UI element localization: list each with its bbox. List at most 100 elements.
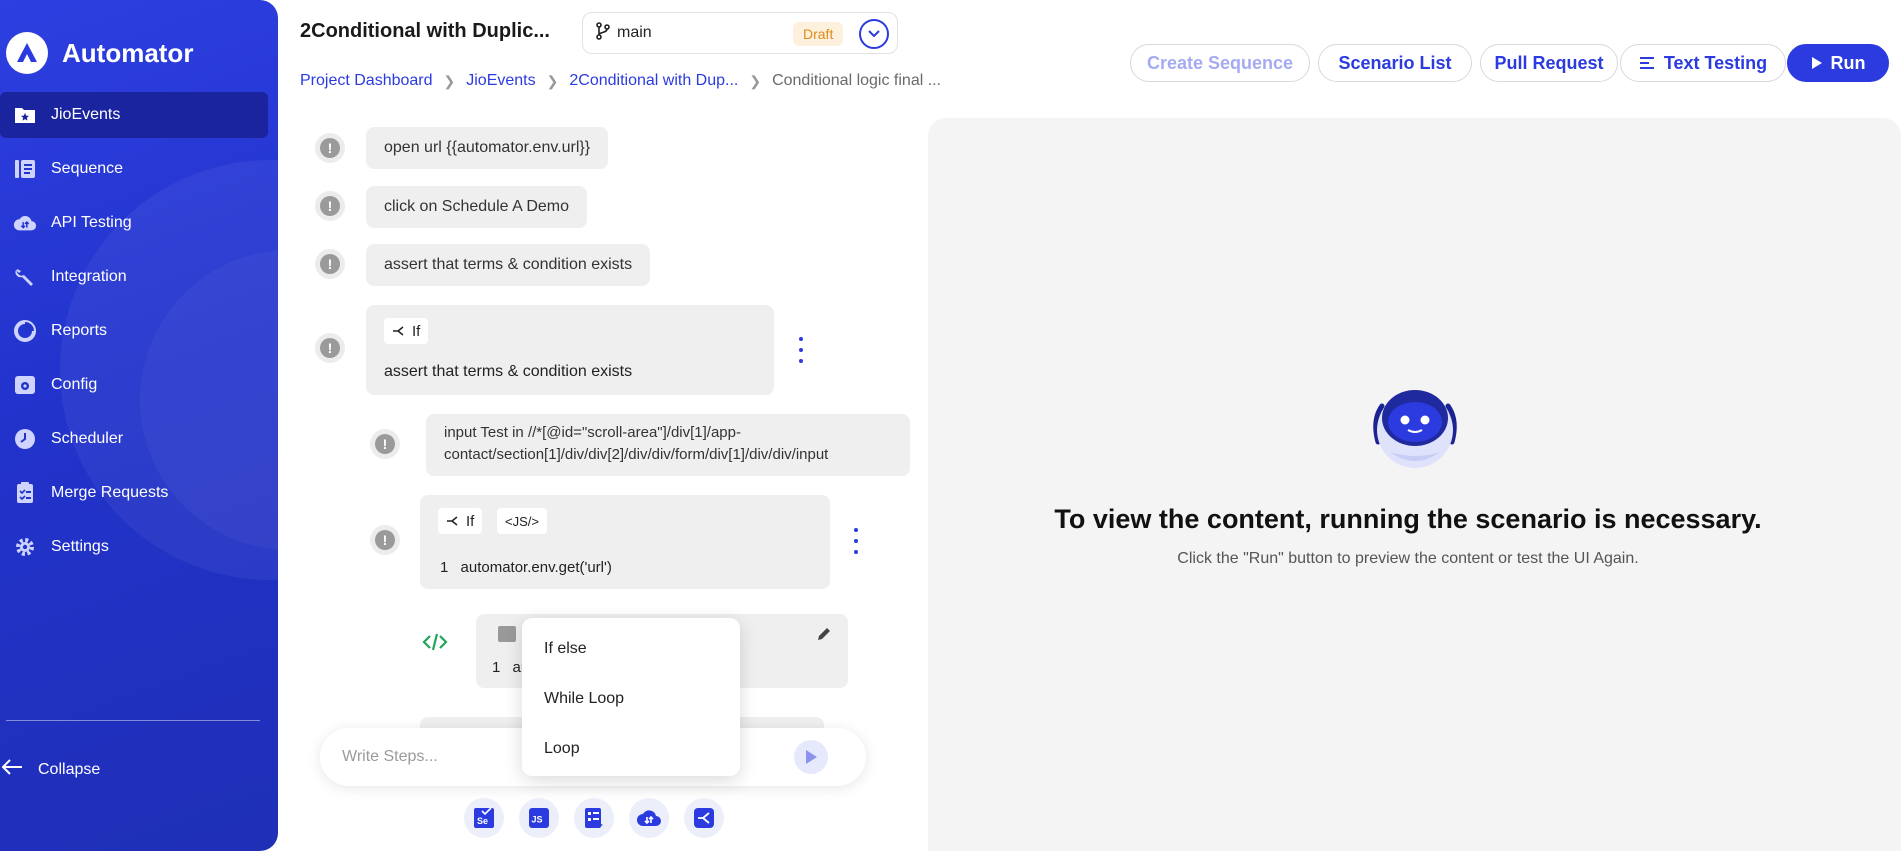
status-badge: Draft xyxy=(793,22,844,46)
page-title: 2Conditional with Duplic... xyxy=(300,20,550,42)
collapse-label: Collapse xyxy=(38,760,101,778)
automator-logo-icon xyxy=(6,32,48,74)
branch-dropdown-button[interactable] xyxy=(859,19,889,49)
sidebar-item-merge-requests[interactable]: Merge Requests xyxy=(0,470,268,516)
sidebar-item-api-testing[interactable]: API Testing xyxy=(0,200,268,246)
text-testing-label: Text Testing xyxy=(1663,52,1768,73)
sidebar-item-label: Settings xyxy=(51,538,109,555)
selenium-tool-button[interactable]: Se xyxy=(464,798,504,838)
warning-icon: ! xyxy=(315,191,345,221)
sequence-icon xyxy=(585,808,603,828)
breadcrumb-item[interactable]: Project Dashboard xyxy=(300,72,433,90)
menu-item-loop[interactable]: Loop xyxy=(544,740,580,758)
chevron-down-icon xyxy=(868,30,880,38)
sidebar-item-label: Reports xyxy=(51,322,108,339)
clock-icon xyxy=(13,427,37,451)
kebab-menu-icon[interactable] xyxy=(849,528,863,554)
menu-item-while-loop[interactable]: While Loop xyxy=(544,690,624,708)
play-icon xyxy=(1811,57,1822,69)
api-tool-button[interactable] xyxy=(629,798,669,838)
javascript-tool-button[interactable]: JS xyxy=(519,798,559,838)
if-condition-text: assert that terms & condition exists xyxy=(384,363,633,380)
branch-icon xyxy=(447,516,458,526)
gear-icon xyxy=(13,535,37,559)
sidebar-item-label: API Testing xyxy=(51,214,132,231)
if-chip-label: If xyxy=(412,322,421,340)
branch-icon xyxy=(694,808,714,828)
config-icon xyxy=(13,373,37,397)
step-toolbar: Se JS xyxy=(464,798,724,838)
sidebar-item-label: Sequence xyxy=(51,160,124,177)
if-step-block[interactable]: If assert that terms & condition exists xyxy=(366,305,774,395)
svg-text:Se: Se xyxy=(477,816,488,826)
warning-icon: ! xyxy=(315,333,345,363)
sidebar-item-label: Merge Requests xyxy=(51,484,169,501)
line-number: 1 xyxy=(440,559,449,576)
arrow-left-icon xyxy=(0,758,24,781)
branch-name: main xyxy=(617,24,652,41)
warning-icon: ! xyxy=(315,249,345,279)
clipboard-icon xyxy=(13,481,37,505)
preview-subtitle: Click the "Run" button to preview the co… xyxy=(1177,550,1639,567)
code-line: 1 automator.env.get('url') xyxy=(440,559,612,576)
pie-chart-icon xyxy=(13,319,37,343)
sidebar-item-sequence[interactable]: Sequence xyxy=(0,146,268,192)
scenario-list-button[interactable]: Scenario List xyxy=(1318,44,1472,82)
condition-tool-button[interactable] xyxy=(684,798,724,838)
edit-icon[interactable] xyxy=(816,626,832,647)
cloud-api-icon xyxy=(13,211,37,235)
code-line: 1 ar xyxy=(492,659,526,676)
if-chip: If xyxy=(384,318,429,344)
chevron-right-icon: ❯ xyxy=(546,72,559,89)
step-item[interactable]: click on Schedule A Demo xyxy=(366,186,587,228)
menu-item-if-else[interactable]: If else xyxy=(544,640,587,658)
collapse-button[interactable]: Collapse xyxy=(0,758,100,781)
run-button[interactable]: Run xyxy=(1787,44,1889,82)
step-type-menu: If else While Loop Loop xyxy=(522,618,740,776)
js-if-step-block[interactable]: If <JS/> 1 automator.env.get('url') xyxy=(420,495,830,589)
sidebar-item-jioevents[interactable]: JioEvents xyxy=(0,92,268,138)
breadcrumb-item[interactable]: JioEvents xyxy=(466,72,535,90)
sidebar-item-label: Config xyxy=(51,376,98,393)
breadcrumb-item[interactable]: 2Conditional with Dup... xyxy=(569,72,738,90)
code-text: automator.env.get('url') xyxy=(460,559,612,576)
pull-request-button[interactable]: Pull Request xyxy=(1480,44,1618,82)
if-chip-label: If xyxy=(466,512,475,530)
sidebar-nav: JioEvents Sequence API Testing Integrati… xyxy=(0,92,268,578)
js-chip: <JS/> xyxy=(497,508,547,534)
sequence-icon xyxy=(13,157,37,181)
step-item[interactable]: assert that terms & condition exists xyxy=(366,244,651,286)
sequence-tool-button[interactable] xyxy=(574,798,614,838)
branch-selector[interactable]: main Draft xyxy=(582,12,898,54)
svg-text:JS: JS xyxy=(532,815,543,825)
sidebar-item-integration[interactable]: Integration xyxy=(0,254,268,300)
preview-title: To view the content, running the scenari… xyxy=(1054,504,1762,534)
sidebar-item-label: Integration xyxy=(51,268,127,285)
javascript-icon: JS xyxy=(529,808,549,828)
branch-icon xyxy=(393,326,404,336)
breadcrumb-current: Conditional logic final ... xyxy=(772,72,942,89)
app-root: Automator JioEvents Sequence API Testing xyxy=(0,0,1901,851)
text-lines-icon xyxy=(1639,57,1654,69)
warning-icon: ! xyxy=(370,525,400,555)
sidebar-item-reports[interactable]: Reports xyxy=(0,308,268,354)
create-sequence-button[interactable]: Create Sequence xyxy=(1130,44,1310,82)
code-icon xyxy=(422,632,448,657)
text-testing-button[interactable]: Text Testing xyxy=(1620,44,1786,82)
brand[interactable]: Automator xyxy=(6,32,193,74)
step-item[interactable]: open url {{automator.env.url}} xyxy=(366,127,609,169)
send-button[interactable] xyxy=(794,740,828,774)
kebab-menu-icon[interactable] xyxy=(794,337,808,363)
chevron-right-icon: ❯ xyxy=(443,72,456,89)
if-chip: If xyxy=(438,508,483,534)
sidebar-item-config[interactable]: Config xyxy=(0,362,268,408)
robot-icon xyxy=(1370,380,1460,477)
step-item[interactable]: input Test in //*[@id="scroll-area"]/div… xyxy=(426,414,910,476)
sidebar-item-scheduler[interactable]: Scheduler xyxy=(0,416,268,462)
selenium-icon: Se xyxy=(474,807,494,828)
chevron-right-icon: ❯ xyxy=(749,72,762,89)
wrench-icon xyxy=(13,265,37,289)
sidebar-item-settings[interactable]: Settings xyxy=(0,524,268,570)
star-folder-icon xyxy=(13,103,37,127)
line-number: 1 xyxy=(492,659,501,676)
